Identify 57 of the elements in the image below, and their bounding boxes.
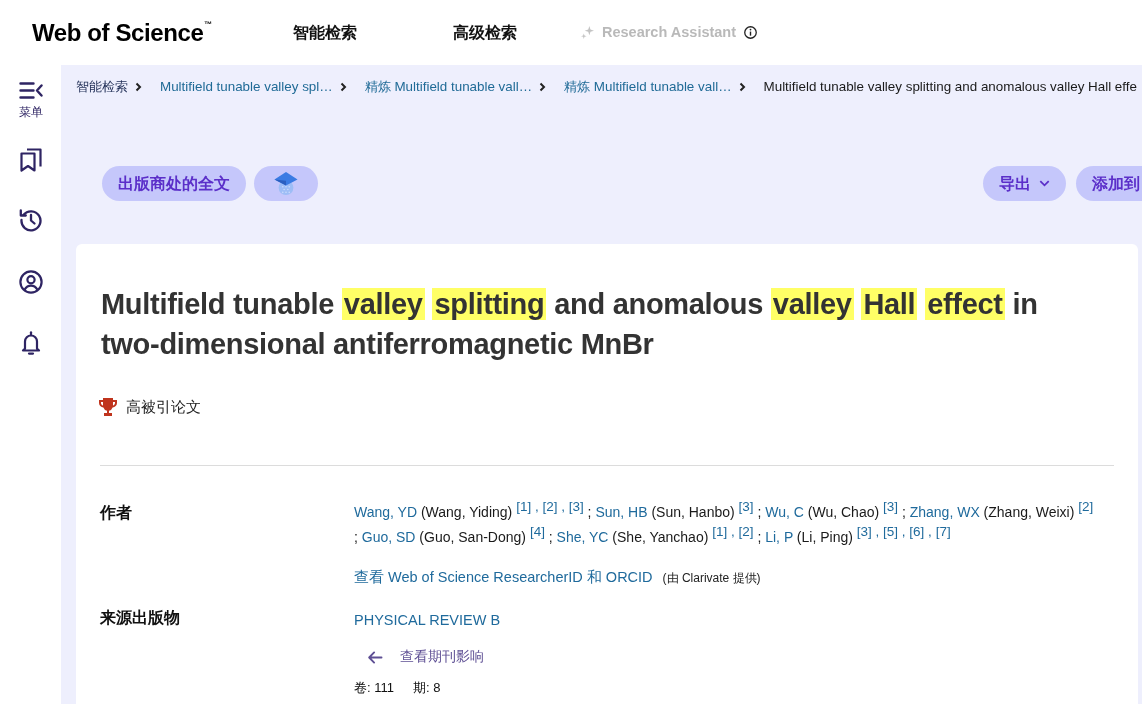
affiliation-link[interactable]: [3]: [568, 498, 584, 514]
wos-logo[interactable]: Web of Science$^{™}$: [32, 14, 212, 51]
affiliation-link[interactable]: [4]: [529, 523, 545, 539]
author-link[interactable]: Wu, C: [765, 504, 804, 520]
affiliation-link[interactable]: [5]: [883, 523, 899, 539]
affiliation-link[interactable]: [1]: [516, 498, 532, 514]
author-link[interactable]: Sun, HB: [595, 504, 648, 520]
user-icon[interactable]: [18, 269, 43, 294]
trophy-icon: [98, 397, 118, 417]
breadcrumb-link[interactable]: 智能检索: [76, 76, 128, 98]
nav-link[interactable]: 高级检索: [453, 20, 517, 45]
affiliation-link[interactable]: [3]: [883, 498, 899, 514]
affiliation-link[interactable]: [1]: [712, 523, 728, 539]
author-link[interactable]: She, YC: [556, 529, 609, 545]
menu-icon: [18, 82, 43, 99]
journal-impact-link[interactable]: 查看期刊影响: [400, 646, 484, 668]
bell-icon[interactable]: [19, 330, 42, 355]
affiliation-link[interactable]: [2]: [1078, 498, 1094, 514]
bookmarks-icon[interactable]: [19, 147, 42, 172]
chevron-icon: [738, 82, 746, 92]
sparkle-icon: [581, 26, 594, 39]
chevron-icon: [539, 82, 547, 92]
profile-link[interactable]: 查看 Web of Science ResearcherID 和 ORCID: [354, 567, 653, 589]
issue-text: 期: 8: [413, 679, 441, 698]
journal-link[interactable]: PHYSICAL REVIEW B: [354, 610, 501, 630]
affiliation-link[interactable]: [7]: [935, 523, 951, 539]
volume-text: 卷: 111: [354, 679, 394, 698]
breadcrumb-current: Multifield tunable valley splitting and anomalous valley Hall effe: [763, 77, 1137, 96]
history-icon[interactable]: [18, 207, 43, 232]
affiliation-link[interactable]: [2]: [542, 498, 558, 514]
article-title: Multifield tunable valley splitting and anomalous valley Hall effect in two-dimensional antiferromagnetic MnBr: [101, 287, 1039, 362]
affiliation-link[interactable]: [3]: [738, 498, 754, 514]
affiliation-link[interactable]: [6]: [909, 523, 925, 539]
icon-button[interactable]: [254, 166, 318, 201]
arrow-left-icon: [368, 650, 383, 664]
author-link[interactable]: Wang, YD: [354, 504, 418, 520]
affiliation-link[interactable]: [3]: [856, 523, 872, 539]
highly-cited-label: 高被引论文: [126, 396, 201, 417]
breadcrumb-link[interactable]: Multifield tunable valley spl…: [160, 76, 333, 98]
caret-icon: [1039, 180, 1050, 187]
menu-button[interactable]: 菜单: [18, 82, 43, 119]
dropdown-button[interactable]: 导出: [983, 166, 1066, 201]
breadcrumb-link[interactable]: 精炼 Multifield tunable vall…: [564, 76, 732, 98]
breadcrumb-link[interactable]: 精炼 Multifield tunable vall…: [364, 76, 533, 98]
chevron-icon: [339, 82, 347, 92]
affiliation-link[interactable]: [2]: [738, 523, 754, 539]
provider-note: (由 Clarivate 提供): [662, 570, 761, 587]
field-label: 来源出版物: [100, 608, 181, 628]
nav-link[interactable]: 智能检索: [293, 20, 357, 45]
text-button[interactable]: 出版商处的全文: [102, 166, 246, 201]
cap-icon: [274, 171, 298, 196]
field-label: 作者: [100, 503, 133, 523]
author-link[interactable]: Zhang, WX: [909, 504, 980, 520]
chevron-icon: [135, 82, 142, 92]
author-link[interactable]: Guo, SD: [361, 529, 416, 545]
author-link[interactable]: Li, P: [765, 529, 793, 545]
text-button[interactable]: 添加到: [1076, 166, 1142, 201]
